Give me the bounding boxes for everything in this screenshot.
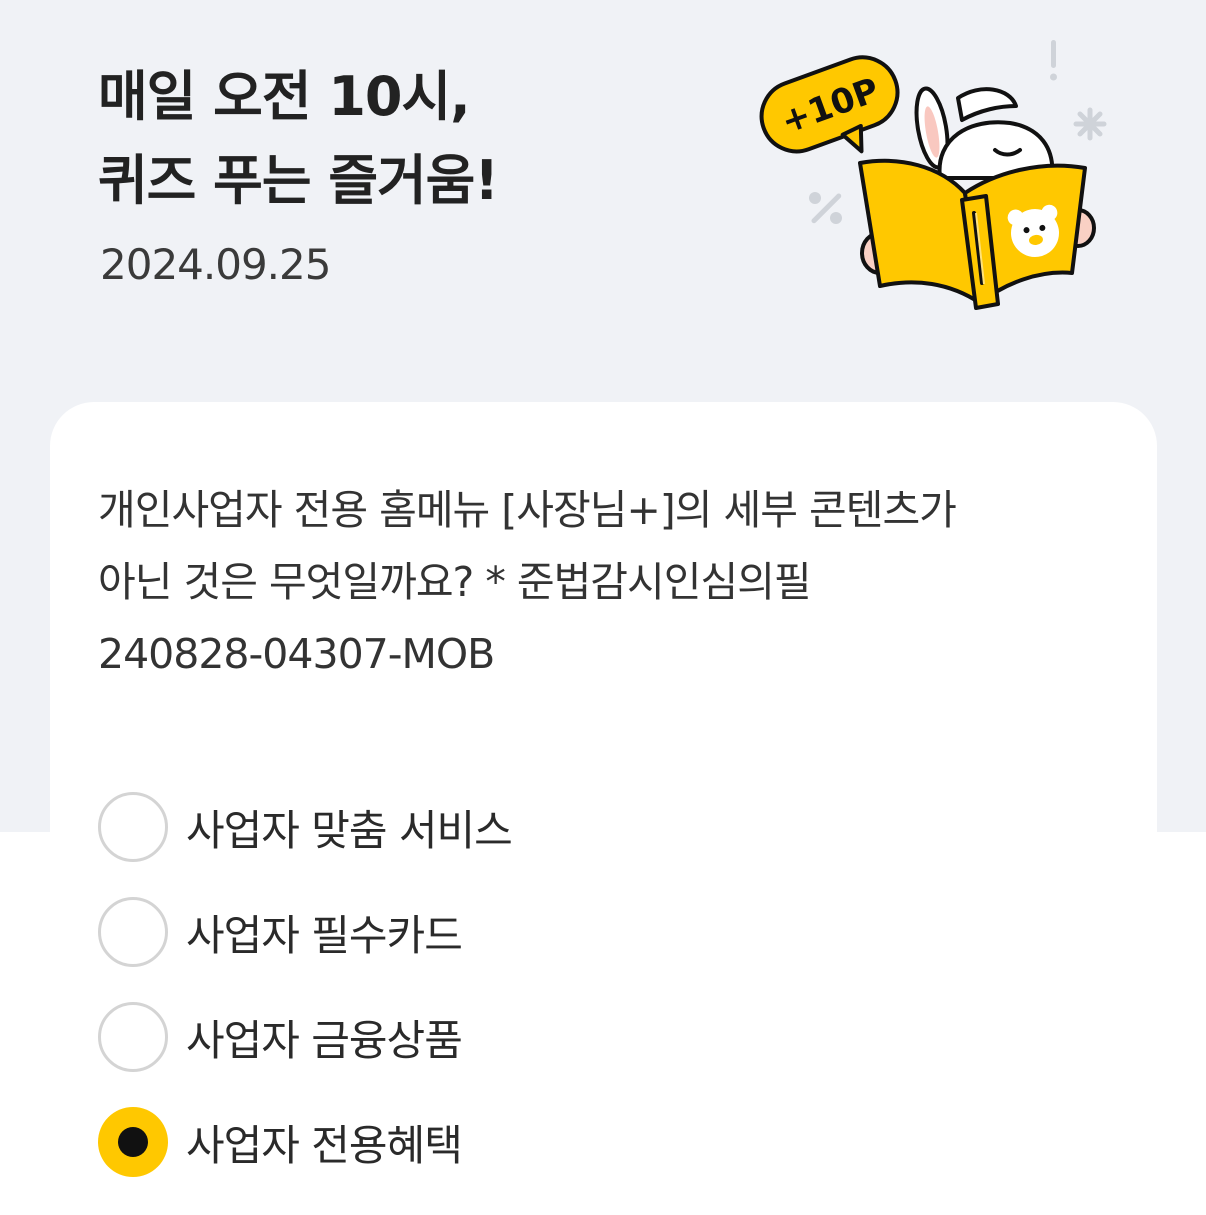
page-title: 매일 오전 10시, 퀴즈 푸는 즐거움! (98, 55, 499, 223)
title-line-1: 매일 오전 10시, (98, 65, 471, 128)
answer-option-label: 사업자 금융상품 (186, 1015, 463, 1065)
answer-option-label: 사업자 필수카드 (186, 910, 463, 960)
title-line-2: 퀴즈 푸는 즐거움! (98, 149, 499, 212)
radio-button-unchecked[interactable] (98, 1002, 168, 1072)
quiz-question: 개인사업자 전용 홈메뉴 [사장님+]의 세부 콘텐츠가 아닌 것은 무엇일까요… (98, 474, 1118, 690)
rabbit-reading-book-illustration: +10P (759, 40, 1107, 310)
question-line-3: 240828-04307-MOB (98, 630, 495, 678)
answer-option-label: 사업자 전용혜택 (186, 1120, 463, 1170)
question-line-1: 개인사업자 전용 홈메뉴 [사장님+]의 세부 콘텐츠가 (98, 486, 957, 534)
answer-option-4[interactable]: 사업자 전용혜택 (98, 1105, 1098, 1179)
radio-button-unchecked[interactable] (98, 792, 168, 862)
question-line-2: 아닌 것은 무엇일까요? * 준법감시인심의필 (98, 558, 812, 606)
answer-option-3[interactable]: 사업자 금융상품 (98, 1000, 1098, 1074)
answer-options: 사업자 맞춤 서비스 사업자 필수카드 사업자 금융상품 사업자 전용혜택 (98, 790, 1098, 1210)
radio-button-unchecked[interactable] (98, 897, 168, 967)
answer-option-1[interactable]: 사업자 맞춤 서비스 (98, 790, 1098, 864)
answer-option-label: 사업자 맞춤 서비스 (186, 805, 513, 855)
answer-option-2[interactable]: 사업자 필수카드 (98, 895, 1098, 969)
quiz-date: 2024.09.25 (100, 240, 331, 289)
radio-selected-dot-icon (118, 1127, 148, 1157)
radio-button-checked[interactable] (98, 1107, 168, 1177)
